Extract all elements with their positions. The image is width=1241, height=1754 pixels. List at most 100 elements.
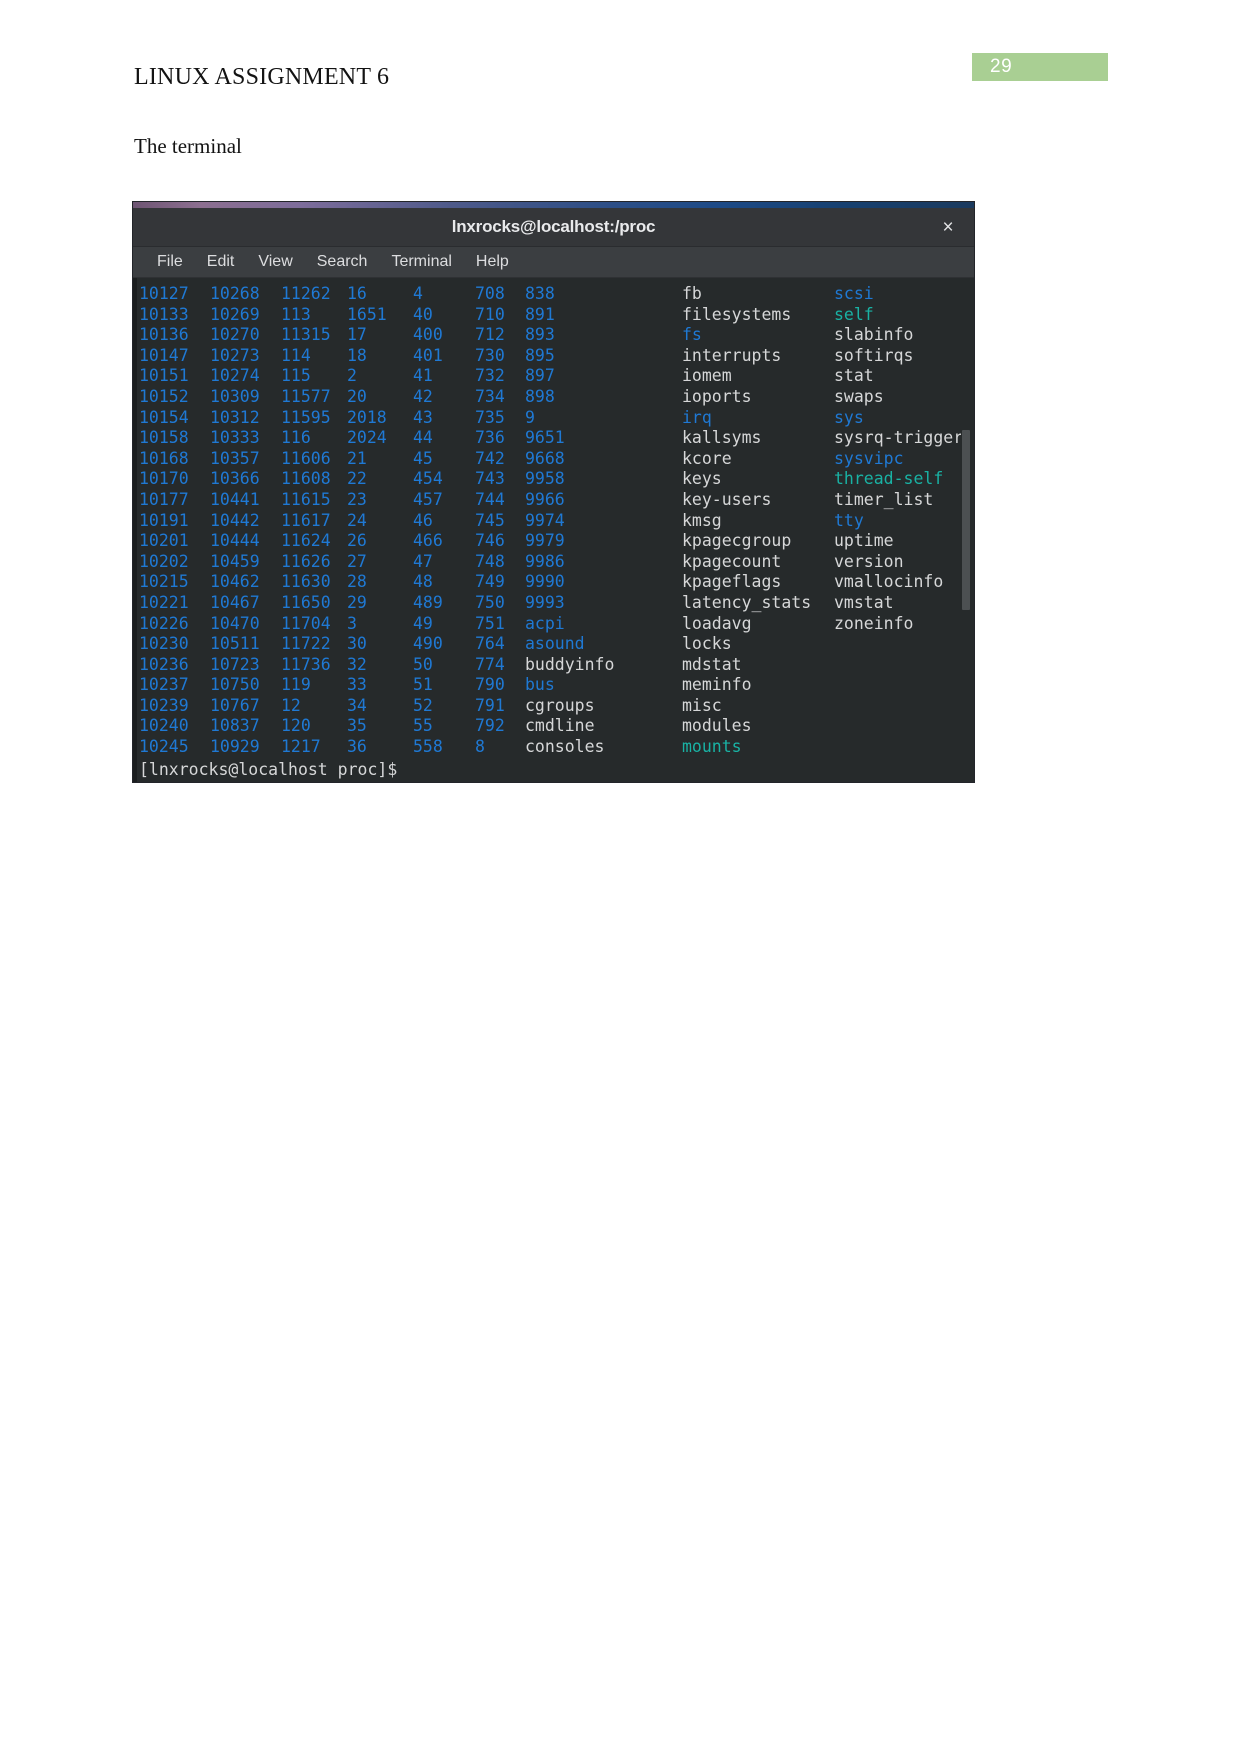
listing-entry: 16	[347, 284, 367, 303]
menu-item-file[interactable]: File	[145, 253, 195, 271]
listing-entry: 50	[413, 654, 433, 674]
listing-entry: 45	[413, 448, 433, 468]
listing-entry: 10136	[139, 325, 189, 345]
listing-entry: thread-self	[834, 469, 944, 489]
listing-entry: softirqs	[834, 345, 914, 365]
listing-entry: 10202	[139, 551, 189, 571]
listing-row: 10236 10723 11736 32 50 774 buddyinfo mdstat	[139, 655, 974, 676]
terminal-title-bar[interactable]: lnxrocks@localhost:/proc ×	[133, 208, 974, 247]
listing-entry: 21	[347, 448, 367, 468]
listing-entry: 10151	[139, 366, 189, 386]
listing-entry: 745	[475, 510, 505, 530]
terminal-title: lnxrocks@localhost:/proc	[451, 217, 656, 236]
menu-item-search[interactable]: Search	[305, 253, 380, 271]
listing-entry: 735	[475, 407, 505, 427]
listing-entry: mounts	[682, 737, 742, 757]
listing-entry: 9986	[525, 551, 565, 571]
listing-entry: 744	[475, 489, 505, 509]
listing-entry: 10168	[139, 448, 189, 468]
listing-entry: 11704	[281, 613, 331, 633]
close-icon[interactable]: ×	[938, 217, 958, 237]
listing-entry: 743	[475, 469, 505, 489]
listing-entry: 895	[525, 345, 555, 365]
listing-entry: 119	[281, 675, 311, 695]
listing-entry: 2018	[347, 407, 387, 427]
menu-item-edit[interactable]: Edit	[195, 253, 247, 271]
listing-entry: 466	[413, 531, 443, 551]
listing-entry: interrupts	[682, 345, 782, 365]
listing-entry: 28	[347, 572, 367, 592]
terminal-output-area[interactable]: 10127 10268 11262 16 4 708 838 fb scsi 10133 10269…	[133, 278, 974, 782]
menu-item-help[interactable]: Help	[464, 253, 521, 271]
listing-entry: 113	[281, 304, 311, 324]
listing-entry: 10274	[210, 366, 260, 386]
listing-row: 10237 10750 119 33 51 790 bus meminfo	[139, 675, 974, 696]
listing-entry: locks	[682, 634, 732, 654]
listing-row: 10168 10357 11606 21 45 742 9668 kcore sysvipc	[139, 449, 974, 470]
listing-entry: 10133	[139, 304, 189, 324]
listing-entry: 12	[281, 695, 301, 715]
listing-entry: kallsyms	[682, 428, 762, 448]
listing-entry: 10309	[210, 386, 260, 406]
menu-item-view[interactable]: View	[246, 253, 304, 271]
listing-entry: 790	[475, 675, 505, 695]
listing-entry: acpi	[525, 613, 565, 633]
listing-entry: slabinfo	[834, 325, 914, 345]
listing-entry: 36	[347, 737, 367, 757]
listing-entry: keys	[682, 469, 722, 489]
listing-entry: 10237	[139, 675, 189, 695]
listing-entry: sysvipc	[834, 448, 904, 468]
listing-entry: 893	[525, 325, 555, 345]
listing-entry: 11736	[281, 654, 331, 674]
listing-entry: 792	[475, 716, 505, 736]
listing-row: 10170 10366 11608 22 454 743 9958 keys thread-se…	[139, 469, 974, 490]
listing-entry: 2	[347, 366, 357, 386]
listing-entry: 11315	[281, 325, 331, 345]
listing-entry: kmsg	[682, 510, 722, 530]
listing-entry: 32	[347, 654, 367, 674]
listing-entry: 22	[347, 469, 367, 489]
listing-entry: 30	[347, 634, 367, 654]
listing-entry: 27	[347, 551, 367, 571]
listing-entry: 11650	[281, 592, 331, 612]
listing-entry: kpageflags	[682, 572, 782, 592]
listing-entry: 40	[413, 304, 433, 324]
listing-entry: 11617	[281, 510, 331, 530]
listing-entry: 10444	[210, 531, 260, 551]
listing-entry: bus	[525, 675, 555, 695]
listing-entry: 4	[413, 284, 423, 303]
listing-entry: loadavg	[682, 613, 752, 633]
terminal-scrollbar-thumb[interactable]	[962, 430, 970, 610]
listing-entry: 41	[413, 366, 433, 386]
listing-row: 10177 10441 11615 23 457 744 9966 key-users time…	[139, 490, 974, 511]
listing-entry: meminfo	[682, 675, 752, 695]
listing-entry: buddyinfo	[525, 654, 615, 674]
listing-entry: misc	[682, 695, 722, 715]
listing-entry: irq	[682, 407, 712, 427]
listing-entry: 746	[475, 531, 505, 551]
listing-entry: 774	[475, 654, 505, 674]
listing-entry: timer_list	[834, 489, 934, 509]
listing-entry: 791	[475, 695, 505, 715]
listing-row: 10201 10444 11624 26 466 746 9979 kpagecgroup up…	[139, 531, 974, 552]
listing-entry: 897	[525, 366, 555, 386]
menu-item-terminal[interactable]: Terminal	[379, 253, 463, 271]
directory-listing: 10127 10268 11262 16 4 708 838 fb scsi 10133 10269…	[139, 284, 974, 758]
listing-entry: 11630	[281, 572, 331, 592]
listing-entry: 10236	[139, 654, 189, 674]
listing-entry: 558	[413, 737, 443, 757]
terminal-scrollbar[interactable]	[961, 278, 972, 782]
listing-row: 10226 10470 11704 3 49 751 acpi loadavg zoneinfo	[139, 614, 974, 635]
listing-entry: 10312	[210, 407, 260, 427]
listing-entry: 10152	[139, 386, 189, 406]
listing-entry: 10239	[139, 695, 189, 715]
listing-entry: asound	[525, 634, 585, 654]
listing-entry: sys	[834, 407, 864, 427]
listing-entry: vmstat	[834, 592, 894, 612]
listing-entry: 11615	[281, 489, 331, 509]
page-title: LINUX ASSIGNMENT 6	[134, 64, 390, 90]
listing-entry: 2024	[347, 428, 387, 448]
listing-entry: mdstat	[682, 654, 742, 674]
listing-entry: filesystems	[682, 304, 792, 324]
listing-entry: 748	[475, 551, 505, 571]
